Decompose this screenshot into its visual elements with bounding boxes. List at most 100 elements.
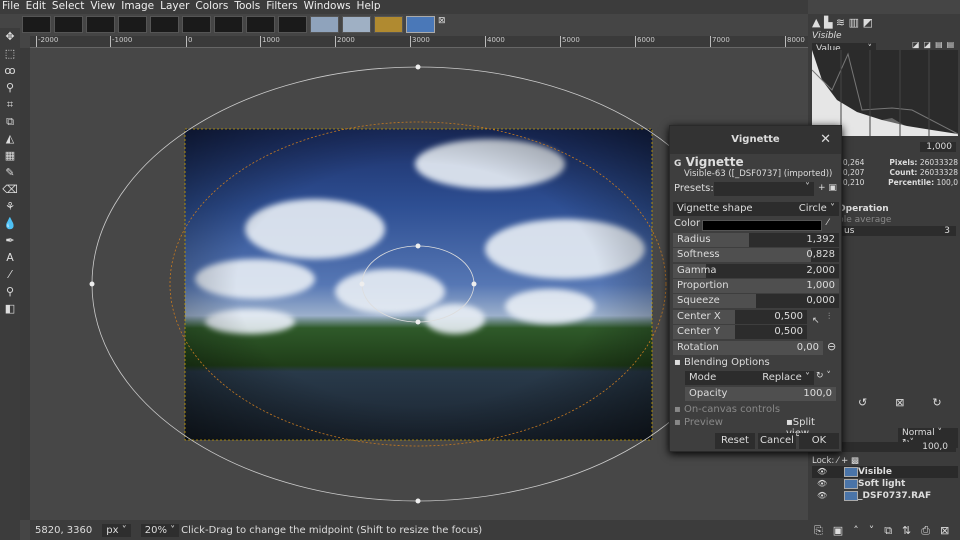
lock-icons[interactable]: ⁄ + ▩ <box>837 456 859 466</box>
range-end-input[interactable]: 1,000 <box>920 142 956 152</box>
move-tool-icon[interactable]: ✥ <box>0 28 20 45</box>
image-tab[interactable] <box>310 16 339 33</box>
menu-select[interactable]: Select <box>52 0 84 14</box>
rotation-dial-icon[interactable]: ⊖ <box>827 340 836 353</box>
ruler-label: 2000 <box>335 36 355 47</box>
color-swatch[interactable] <box>702 220 822 231</box>
pick-center-icon[interactable]: ↖ <box>812 316 820 326</box>
zoom-value: 20% <box>144 524 167 536</box>
visibility-eye-icon[interactable]: 👁 <box>817 478 827 490</box>
fuzzy-select-tool-icon[interactable]: ⚲ <box>0 79 20 96</box>
preview-checkbox[interactable]: ▪ Preview <box>674 417 723 428</box>
preset-add-icon[interactable]: + ▣ <box>818 183 837 193</box>
center-y-slider[interactable]: Center Y 0,500 <box>673 325 807 339</box>
unit-select[interactable]: px ˅ <box>102 523 131 537</box>
center-x-slider[interactable]: Center X 0,500 <box>673 310 807 324</box>
cancel-button[interactable]: Cancel <box>758 433 796 449</box>
chain-link-icon[interactable]: ⫶ <box>828 312 830 322</box>
histogram-scale-icons[interactable]: ◪◪▤▤ <box>912 40 958 49</box>
image-tab[interactable] <box>214 16 243 33</box>
gamma-slider[interactable]: Gamma 2,000 <box>673 264 839 278</box>
image-tab[interactable] <box>246 16 275 33</box>
menu-colors[interactable]: Colors <box>195 0 228 14</box>
param-value: 0,00 <box>796 342 819 353</box>
dialog-titlebar[interactable]: Vignette ✕ <box>670 126 841 154</box>
image-tab[interactable] <box>342 16 371 33</box>
crop-tool-icon[interactable]: ⌗ <box>0 96 20 113</box>
proportion-slider[interactable]: Proportion 1,000 <box>673 279 839 293</box>
visibility-eye-icon[interactable]: 👁 <box>817 466 827 478</box>
image-tab[interactable] <box>278 16 307 33</box>
radius-slider[interactable]: Radius 1,392 <box>673 233 839 247</box>
ok-button[interactable]: OK <box>799 433 839 449</box>
squeeze-slider[interactable]: Squeeze 0,000 <box>673 294 839 308</box>
count-value: 26033328 <box>919 168 958 177</box>
image-tab[interactable] <box>182 16 211 33</box>
menu-layer[interactable]: Layer <box>160 0 189 14</box>
color-swatches-icon[interactable]: ◧ <box>0 300 20 317</box>
blending-label: Blending Options <box>683 357 770 368</box>
menu-windows[interactable]: Windows <box>304 0 351 14</box>
percentile-label: Percentile: <box>888 178 935 187</box>
histogram-graph <box>812 50 958 136</box>
presets-select[interactable]: ˅ <box>714 182 814 196</box>
clone-tool-icon[interactable]: ⚘ <box>0 198 20 215</box>
image-tab[interactable] <box>86 16 115 33</box>
softness-slider[interactable]: Softness 0,828 <box>673 248 839 262</box>
rect-select-tool-icon[interactable]: ⬚ <box>0 45 20 62</box>
image-tab[interactable] <box>374 16 403 33</box>
ruler-label: -2000 <box>36 36 58 47</box>
smudge-tool-icon[interactable]: 💧 <box>0 215 20 232</box>
zoom-select[interactable]: 20% ˅ <box>140 523 180 537</box>
image-tab[interactable] <box>22 16 51 33</box>
image-tab[interactable] <box>54 16 83 33</box>
menu-view[interactable]: View <box>90 0 115 14</box>
color-picker-icon[interactable]: ⁄ <box>827 218 829 228</box>
composite-select[interactable]: ↻ ˅ <box>816 371 831 381</box>
layer-row[interactable]: 👁 _DSF0737.RAF <box>812 490 958 502</box>
radius-input[interactable]: us 3 <box>838 226 956 236</box>
visibility-eye-icon[interactable]: 👁 <box>817 490 827 502</box>
layer-buttons[interactable]: ⎘▣˄˅⧉⇅⎙⊠ <box>814 524 959 538</box>
menu-edit[interactable]: Edit <box>26 0 46 14</box>
reset-button[interactable]: Reset <box>715 433 755 449</box>
menu-image[interactable]: Image <box>121 0 154 14</box>
dock-tabs[interactable]: ▲ ▙ ≋ ▥ ◩ <box>808 14 960 31</box>
layer-name: Soft light <box>858 479 906 489</box>
image-tab[interactable] <box>150 16 179 33</box>
dialog-title: Vignette <box>731 134 780 145</box>
opacity-label: Opacity <box>689 388 728 399</box>
ruler-label: 4000 <box>485 36 505 47</box>
paintbrush-tool-icon[interactable]: ✎ <box>0 164 20 181</box>
fill-tool-icon[interactable]: ▦ <box>0 147 20 164</box>
layer-row[interactable]: 👁 Visible <box>812 466 958 478</box>
paths-tool-icon[interactable]: ✒ <box>0 232 20 249</box>
eraser-tool-icon[interactable]: ⌫ <box>0 181 20 198</box>
transform-tool-icon[interactable]: ⧉ <box>0 113 20 130</box>
on-canvas-controls-checkbox[interactable]: ▪ On-canvas controls <box>674 404 780 415</box>
opacity-slider[interactable]: Opacity 100,0 <box>685 387 836 401</box>
lasso-tool-icon[interactable]: ꝏ <box>0 62 20 79</box>
zoom-tool-icon[interactable]: ⚲ <box>0 283 20 300</box>
menu-file[interactable]: File <box>2 0 20 14</box>
close-icon[interactable]: ✕ <box>820 126 831 154</box>
image-tab[interactable] <box>118 16 147 33</box>
menu-filters[interactable]: Filters <box>266 0 297 14</box>
ruler-label: 0 <box>186 36 192 47</box>
layer-row[interactable]: 👁 Soft light <box>812 478 958 490</box>
layer-mode-value: Normal <box>902 428 935 438</box>
image-tab-active[interactable] <box>406 16 435 33</box>
menu-tools[interactable]: Tools <box>234 0 260 14</box>
close-tab-icon[interactable]: ⊠ <box>438 16 446 34</box>
rotation-slider[interactable]: Rotation 0,00 <box>673 341 823 355</box>
menu-help[interactable]: Help <box>357 0 381 14</box>
color-picker-tool-icon[interactable]: ⁄ <box>0 266 20 283</box>
param-label: Radius <box>677 234 711 245</box>
text-tool-icon[interactable]: A <box>0 249 20 266</box>
mode-select[interactable]: Mode Replace ˅ <box>685 371 814 385</box>
blending-options-toggle[interactable]: ▪ Blending Options <box>674 357 770 368</box>
lock-row: Lock: ⁄ + ▩ <box>812 456 859 466</box>
vignette-shape-select[interactable]: Vignette shape Circle ˅ <box>673 202 839 216</box>
warp-tool-icon[interactable]: ◭ <box>0 130 20 147</box>
tool-options-buttons[interactable]: ↺⊠↻ <box>858 396 960 409</box>
